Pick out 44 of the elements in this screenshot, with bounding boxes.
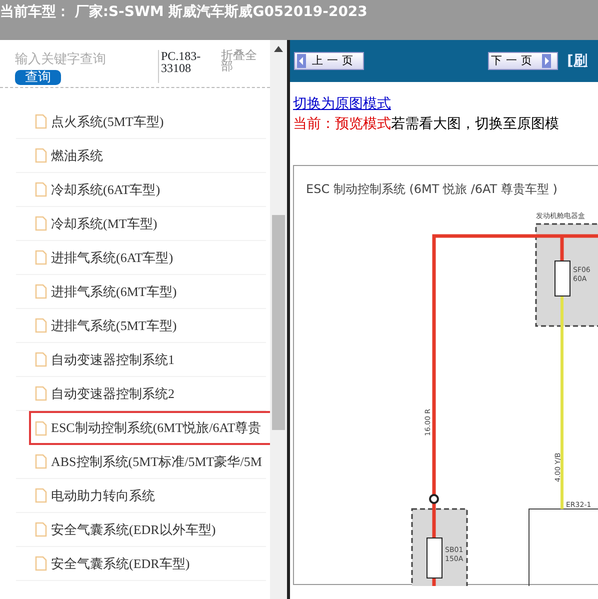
document-icon [35, 148, 47, 163]
car-model-title: 当前车型： 厂家:S-SWM 斯威汽车斯威G052019-2023 [0, 4, 368, 20]
document-icon [35, 522, 47, 537]
document-icon [35, 114, 47, 129]
document-icon [35, 488, 47, 503]
document-icon [35, 182, 47, 197]
switch-mode-link[interactable]: 切换为原图模式 [293, 94, 391, 115]
current-mode-label: 当前：预览模式 [293, 116, 391, 132]
document-icon [35, 556, 47, 571]
refresh-link[interactable]: [刷 [567, 50, 588, 72]
tree-item[interactable]: 安全气囊系统(EDR车型) [16, 547, 266, 581]
scroll-up-icon[interactable] [274, 46, 283, 52]
mode-hint-text: 若需看大图，切换至原图模 [391, 116, 559, 132]
fuse-symbol [554, 260, 570, 296]
tree-item[interactable]: 冷却系统(6AT车型) [16, 173, 266, 207]
tree-item[interactable]: 进排气系统(5MT车型) [16, 309, 266, 343]
document-icon [35, 284, 47, 299]
right-arrow-icon [542, 54, 551, 68]
tree-item[interactable]: 冷却系统(MT车型) [16, 207, 266, 241]
tree-item[interactable]: 电动助力转向系统 [16, 479, 266, 513]
diagram-title: ESC 制动控制系统 (6MT 悦旅 /6AT 尊贵车型 ) [306, 182, 558, 196]
tree-item[interactable]: ABS控制系统(5MT标准/5MT豪华/5M [16, 445, 266, 479]
parts-code: PC.183-33108 [158, 50, 202, 83]
tree-item[interactable]: 安全气囊系统(EDR以外车型) [16, 513, 266, 547]
document-icon [35, 454, 47, 469]
tree-item[interactable]: 进排气系统(6MT车型) [16, 275, 266, 309]
document-icon [35, 250, 47, 265]
tree-item[interactable]: 自动变速器控制系统2 [16, 377, 266, 411]
document-icon [35, 386, 47, 401]
fuse-symbol [426, 538, 442, 578]
next-page-button[interactable]: 下一页 [488, 52, 558, 70]
document-icon [35, 216, 47, 231]
document-icon [35, 420, 47, 436]
search-button[interactable]: 查询 [15, 70, 61, 84]
tree-item[interactable]: 进排气系统(6AT车型) [16, 241, 266, 275]
scrollbar-thumb[interactable] [272, 215, 285, 430]
tree-item[interactable]: 自动变速器控制系统1 [16, 343, 266, 377]
tree-item[interactable]: 燃油系统 [16, 139, 266, 173]
previous-page-button[interactable]: 上一页 [294, 52, 364, 70]
document-icon [35, 352, 47, 367]
document-icon [35, 318, 47, 333]
ring-terminal [429, 494, 439, 504]
tree-item[interactable]: 点火系统(5MT车型) [16, 105, 266, 139]
left-arrow-icon [297, 54, 306, 68]
